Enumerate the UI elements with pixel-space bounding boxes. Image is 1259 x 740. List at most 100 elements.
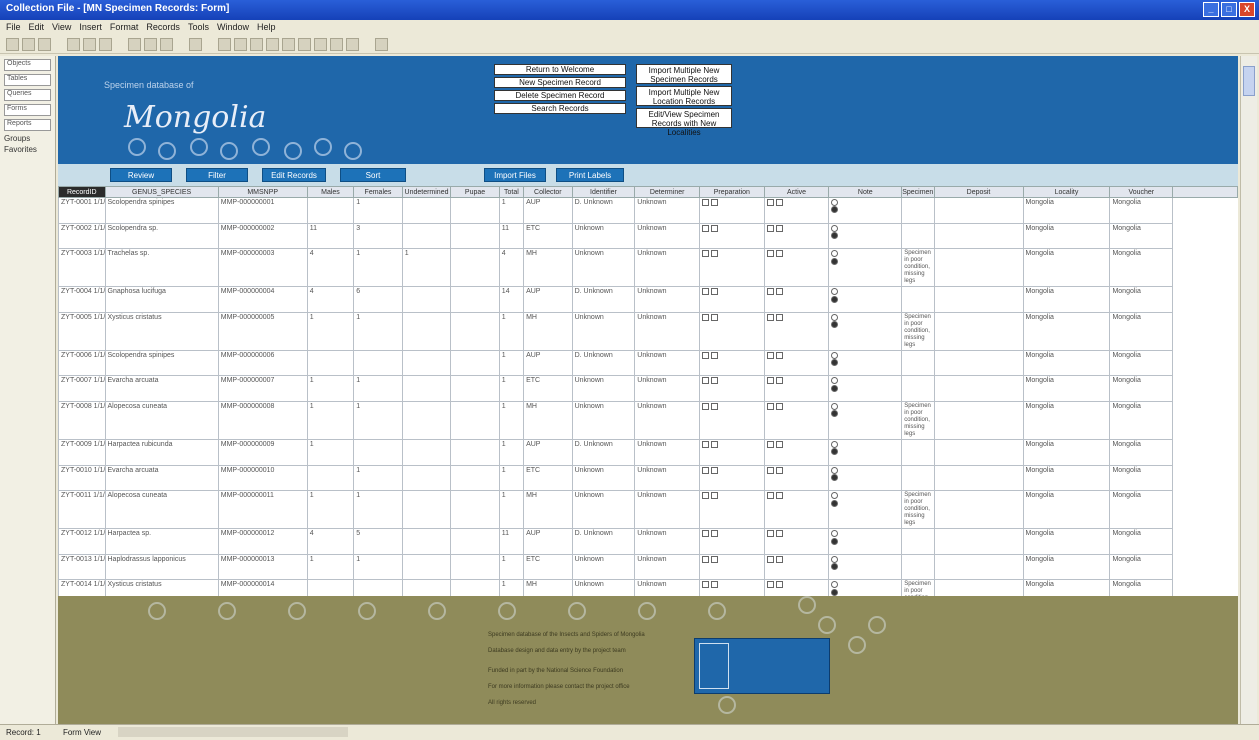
undetermined-cell[interactable] [401,464,452,492]
determiner-cell[interactable]: Unknown [634,222,700,250]
new-object-icon[interactable] [346,38,359,51]
species-cell[interactable]: Evarcha arcuata [104,464,219,492]
record-id-cell[interactable]: ZYT-0013 1/1/2009 [58,553,106,581]
status-cell[interactable] [828,286,903,313]
locality-cell[interactable]: Mongolia [1022,349,1111,377]
active-checkbox[interactable] [775,288,783,296]
horizontal-scrollbar[interactable] [118,727,348,737]
males-cell[interactable]: 4 [306,528,355,555]
collector-cell[interactable]: ETC [523,222,573,250]
species-cell[interactable]: Alopecosa cuneata [104,400,219,440]
active-checkbox[interactable] [775,199,783,206]
males-cell[interactable]: 4 [306,248,355,288]
preparation-checkbox[interactable] [701,466,709,474]
record-id-cell[interactable]: ZYT-0003 1/1/2009 [58,248,106,288]
specimen-note-cell[interactable]: Specimen in poor condition, missing legs [901,490,935,530]
undetermined-cell[interactable]: 1 [401,248,452,288]
search-records-button[interactable]: Search Records [494,103,626,114]
locality-cell[interactable]: Mongolia [1022,311,1111,351]
col-header[interactable]: Undetermined [401,186,452,198]
preparation-checkbox[interactable] [710,224,718,232]
active-cell[interactable] [763,311,830,351]
edit-localities-button[interactable]: Edit/View Specimen Records with New Loca… [636,108,732,137]
females-cell[interactable]: 1 [353,553,403,581]
pupae-cell[interactable] [450,349,500,377]
active-cell[interactable] [763,349,830,377]
status-radio[interactable] [831,224,839,232]
preparation-cell[interactable] [698,311,765,351]
females-cell[interactable] [353,438,403,466]
active-checkbox[interactable] [775,313,783,321]
females-cell[interactable]: 1 [353,248,403,288]
deposit-cell[interactable] [933,528,1024,555]
identifier-cell[interactable]: D. Unknown [571,286,636,313]
status-radio[interactable] [831,448,839,456]
males-cell[interactable]: 1 [306,400,355,440]
status-radio[interactable] [831,402,839,410]
undetermined-cell[interactable] [401,528,452,555]
status-radio[interactable] [831,359,839,367]
sort-button[interactable]: Sort [340,168,406,182]
species-cell[interactable]: Alopecosa cuneata [104,490,219,530]
identifier-cell[interactable]: Unknown [571,248,636,288]
total-cell[interactable]: 1 [498,197,525,224]
preparation-checkbox[interactable] [701,581,709,589]
specimen-note-cell[interactable] [901,438,935,466]
active-checkbox[interactable] [766,440,774,448]
active-checkbox[interactable] [775,530,783,538]
total-cell[interactable]: 1 [498,311,525,351]
males-cell[interactable] [306,464,355,492]
col-header[interactable]: Locality [1022,186,1111,198]
preparation-cell[interactable] [698,349,765,377]
review-button[interactable]: Review [110,168,172,182]
status-radio[interactable] [831,295,839,303]
total-cell[interactable]: 1 [498,438,525,466]
help-icon[interactable] [375,38,388,51]
determiner-cell[interactable]: Unknown [634,248,700,288]
collector-cell[interactable]: ETC [523,375,573,402]
print-icon[interactable] [67,38,80,51]
status-cell[interactable] [828,222,903,250]
maximize-button[interactable]: □ [1221,2,1237,17]
females-cell[interactable]: 5 [353,528,403,555]
identifier-cell[interactable]: Unknown [571,553,636,581]
catalog-cell[interactable]: MMP-000000008 [217,400,308,440]
status-cell[interactable] [828,490,903,530]
species-cell[interactable]: Scolopendra spinipes [104,197,219,224]
preparation-cell[interactable] [698,464,765,492]
pupae-cell[interactable] [450,490,500,530]
preparation-cell[interactable] [698,197,765,224]
active-checkbox[interactable] [766,377,774,385]
col-header[interactable]: Deposit [933,186,1024,198]
specimen-note-cell[interactable] [901,464,935,492]
preparation-checkbox[interactable] [710,440,718,448]
undetermined-cell[interactable] [401,375,452,402]
table-row[interactable]: ZYT-0008 1/1/2009Alopecosa cuneataMMP-00… [58,400,1238,440]
total-cell[interactable]: 11 [498,528,525,555]
status-cell[interactable] [828,553,903,581]
open-icon[interactable] [22,38,35,51]
import-locations-button[interactable]: Import Multiple New Location Records [636,86,732,106]
specimen-note-cell[interactable] [901,375,935,402]
undetermined-cell[interactable] [401,349,452,377]
active-checkbox[interactable] [775,581,783,589]
spellcheck-icon[interactable] [99,38,112,51]
nav-reports[interactable]: Reports [4,119,51,131]
active-checkbox[interactable] [775,466,783,474]
voucher-cell[interactable]: Mongolia [1109,400,1174,440]
pupae-cell[interactable] [450,464,500,492]
females-cell[interactable]: 3 [353,222,403,250]
locality-cell[interactable]: Mongolia [1022,248,1111,288]
undetermined-cell[interactable] [401,490,452,530]
collector-cell[interactable]: MH [523,311,573,351]
deposit-cell[interactable] [933,438,1024,466]
menu-file[interactable]: File [6,22,21,34]
identifier-cell[interactable]: Unknown [571,311,636,351]
determiner-cell[interactable]: Unknown [634,349,700,377]
status-radio[interactable] [831,440,839,448]
total-cell[interactable]: 11 [498,222,525,250]
catalog-cell[interactable]: MMP-000000002 [217,222,308,250]
filter-icon[interactable] [250,38,263,51]
active-cell[interactable] [763,222,830,250]
undetermined-cell[interactable] [401,553,452,581]
